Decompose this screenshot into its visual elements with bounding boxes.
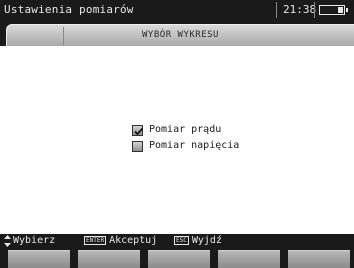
function-keys [0, 248, 354, 268]
checkmark-icon [134, 127, 144, 136]
enter-hint-label: Akceptuj [109, 235, 158, 246]
title-bar-divider [314, 2, 315, 18]
option-label: Pomiar prądu [149, 124, 222, 135]
status-bar: Wybierz ENTER Akceptuj ESC Wyjdź [0, 234, 354, 248]
title-bar-divider [276, 2, 277, 18]
function-key-3[interactable] [148, 250, 210, 268]
measurement-settings-screen: Ustawienia pomiarów 21:38 WYBÓR WYKRESU … [0, 0, 354, 268]
function-key-1[interactable] [8, 250, 70, 268]
select-hint: Wybierz [13, 235, 56, 246]
title-bar: Ustawienia pomiarów 21:38 [0, 0, 354, 20]
checkbox-current[interactable] [132, 125, 144, 136]
enter-key-icon: ENTER [84, 236, 107, 245]
option-label: Pomiar napięcia [149, 140, 240, 151]
enter-hint: ENTER Akceptuj [84, 235, 157, 246]
function-key-5[interactable] [288, 250, 350, 268]
esc-hint-label: Wyjdź [191, 235, 222, 246]
clock: 21:38 [283, 3, 317, 16]
tab-chart-selection[interactable]: WYBÓR WYKRESU [6, 24, 354, 46]
battery-icon [319, 5, 348, 15]
function-key-2[interactable] [78, 250, 140, 268]
tab-strip: WYBÓR WYKRESU [0, 20, 354, 46]
tab-label: WYBÓR WYKRESU [142, 30, 219, 40]
checkbox-voltage[interactable] [132, 141, 143, 152]
function-key-4[interactable] [218, 250, 280, 268]
window-title: Ustawienia pomiarów [4, 3, 134, 16]
esc-hint: ESC Wyjdź [174, 235, 222, 246]
up-down-arrows-icon [4, 235, 11, 247]
esc-key-icon: ESC [174, 236, 189, 245]
